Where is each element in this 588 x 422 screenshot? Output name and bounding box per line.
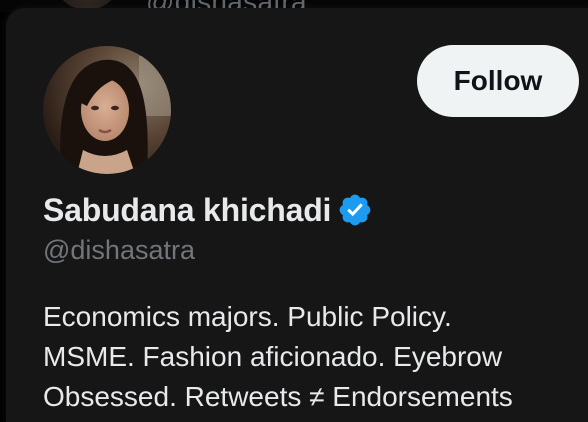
profile-handle[interactable]: @dishasatra (43, 235, 195, 266)
name-row: Sabudana khichadi (43, 188, 373, 232)
avatar-photo (43, 46, 171, 174)
avatar[interactable] (43, 46, 171, 174)
profile-hover-card: Follow Sabudana khichadi @dishasatra Eco… (6, 8, 588, 422)
hover-card-stage: @dishasatra (0, 0, 588, 422)
follow-button[interactable]: Follow (417, 45, 579, 117)
display-name[interactable]: Sabudana khichadi (43, 192, 331, 229)
verified-badge-icon[interactable] (337, 192, 373, 228)
profile-bio: Economics majors. Public Policy. MSME. F… (43, 301, 513, 412)
